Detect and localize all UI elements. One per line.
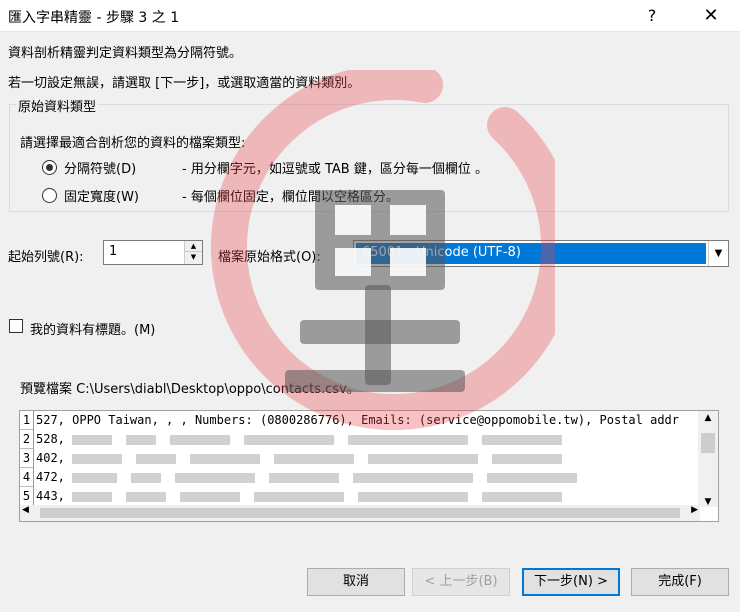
preview-row-text: 527, OPPO Taiwan, , , Numbers: (08002867… (36, 413, 679, 427)
group-legend: 原始資料類型 (16, 96, 99, 115)
redacted-block (72, 472, 118, 483)
preview-row-text: 472, (36, 470, 65, 484)
preview-row: 528, (36, 430, 696, 449)
spin-up-icon[interactable]: ▲ (185, 241, 202, 252)
intro-line-2: 若一切設定無誤，請選取 [下一步]，或選取適當的資料類別。 (8, 76, 361, 91)
preview-row-text: 402, (36, 451, 65, 465)
redacted-block (353, 472, 474, 483)
redacted-block (126, 491, 167, 502)
window-title: 匯入字串精靈 - 步驟 3 之 1 (8, 10, 180, 26)
preview-rows: 527, OPPO Taiwan, , , Numbers: (08002867… (36, 411, 696, 507)
redacted-block (190, 453, 261, 464)
horizontal-scrollbar[interactable]: ◀ ▶ (20, 505, 700, 521)
redacted-block (487, 472, 578, 483)
redacted-block (72, 434, 113, 445)
title-bar: 匯入字串精靈 - 步驟 3 之 1 ? ✕ (0, 0, 740, 32)
scroll-right-icon[interactable]: ▶ (691, 505, 698, 515)
next-button[interactable]: 下一步(N) > (522, 568, 620, 596)
row-number: 2 (20, 430, 33, 449)
back-button[interactable]: < 上一步(B) (412, 568, 510, 596)
preview-row: 472, (36, 468, 696, 487)
preview-row: 527, OPPO Taiwan, , , Numbers: (08002867… (36, 411, 696, 430)
row-number: 3 (20, 449, 33, 468)
preview-row: 443, (36, 487, 696, 506)
scroll-up-icon[interactable]: ▲ (698, 413, 718, 423)
redacted-block (254, 491, 345, 502)
scroll-down-icon[interactable]: ▼ (698, 497, 718, 507)
start-row-spinner[interactable]: ▲ ▼ (184, 241, 202, 264)
redacted-block (274, 453, 355, 464)
radio-fixed-width-desc: - 每個欄位固定，欄位間以空格區分。 (182, 190, 399, 205)
row-number-gutter: 1 2 3 4 5 (20, 411, 34, 507)
redacted-block (175, 472, 256, 483)
redacted-block (180, 491, 241, 502)
help-button[interactable]: ? (640, 4, 664, 28)
preview-box[interactable]: 1 2 3 4 5 527, OPPO Taiwan, , , Numbers:… (19, 410, 719, 522)
chevron-down-icon[interactable]: ▼ (708, 241, 728, 266)
finish-button[interactable]: 完成(F) (631, 568, 729, 596)
radio-fixed-width[interactable]: 固定寬度(W) - 每個欄位固定，欄位間以空格區分。 (42, 186, 399, 205)
origin-selected-value[interactable]: 65001 : Unicode (UTF-8) (356, 243, 706, 264)
cancel-button[interactable]: 取消 (307, 568, 405, 596)
origin-select[interactable]: 65001 : Unicode (UTF-8) ▼ (353, 240, 729, 267)
radio-fixed-width-indicator[interactable] (42, 188, 57, 203)
redacted-block (72, 453, 123, 464)
origin-label: 檔案原始格式(O): (218, 250, 321, 265)
start-row-label: 起始列號(R): (8, 250, 84, 265)
header-checkbox[interactable] (9, 319, 23, 333)
redacted-block (348, 434, 469, 445)
row-number: 1 (20, 411, 33, 430)
redacted-block (492, 453, 563, 464)
redacted-block (269, 472, 340, 483)
preview-label: 預覽檔案 C:\Users\diabl\Desktop\oppo\contact… (20, 382, 360, 397)
redacted-block (244, 434, 335, 445)
vertical-scrollbar[interactable]: ▲ ▼ (698, 411, 718, 507)
vertical-scroll-thumb[interactable] (701, 433, 715, 453)
preview-row: 402, (36, 449, 696, 468)
row-number: 4 (20, 468, 33, 487)
header-checkbox-label[interactable]: 我的資料有標題。(M) (30, 319, 155, 338)
radio-delimited-indicator[interactable] (42, 160, 57, 175)
preview-row-text: 443, (36, 489, 65, 503)
row-number: 5 (20, 487, 33, 506)
group-prompt: 請選擇最適合剖析您的資料的檔案類型: (20, 136, 246, 151)
preview-row-text: 528, (36, 432, 65, 446)
redacted-block (131, 472, 162, 483)
intro-line-1: 資料剖析精靈判定資料類型為分隔符號。 (8, 46, 243, 61)
radio-fixed-width-label[interactable]: 固定寬度(W) (64, 186, 182, 205)
redacted-block (482, 491, 563, 502)
redacted-block (368, 453, 479, 464)
close-button[interactable]: ✕ (697, 4, 725, 28)
scroll-left-icon[interactable]: ◀ (22, 505, 29, 515)
redacted-block (170, 434, 231, 445)
redacted-block (136, 453, 177, 464)
radio-delimited-label[interactable]: 分隔符號(D) (64, 158, 182, 177)
redacted-block (72, 491, 113, 502)
redacted-block (358, 491, 469, 502)
redacted-block (126, 434, 157, 445)
redacted-block (482, 434, 563, 445)
spin-down-icon[interactable]: ▼ (185, 252, 202, 263)
radio-delimited-desc: - 用分欄字元，如逗號或 TAB 鍵，區分每一個欄位 。 (182, 162, 488, 177)
horizontal-scroll-thumb[interactable] (40, 508, 680, 518)
radio-delimited[interactable]: 分隔符號(D) - 用分欄字元，如逗號或 TAB 鍵，區分每一個欄位 。 (42, 158, 488, 177)
